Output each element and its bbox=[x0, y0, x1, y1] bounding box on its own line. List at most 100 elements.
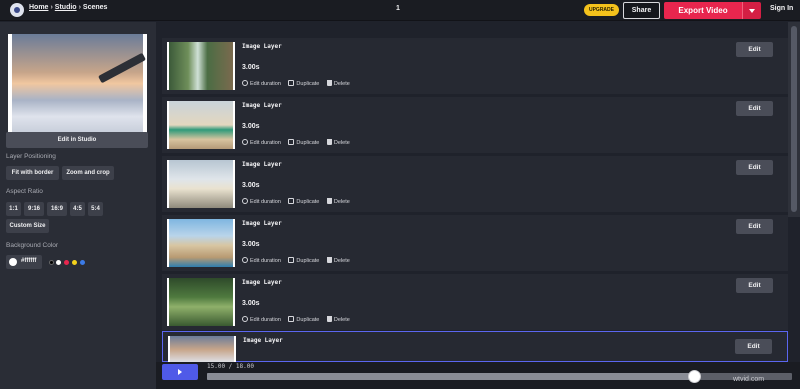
custom-size-button[interactable]: Custom Size bbox=[6, 219, 49, 233]
trash-icon bbox=[326, 198, 332, 204]
scene-edit-button[interactable]: Edit bbox=[736, 101, 773, 116]
trash-icon bbox=[326, 257, 332, 263]
sign-in-link[interactable]: Sign In bbox=[770, 5, 793, 12]
aspect-ratio-label: Aspect Ratio bbox=[6, 188, 43, 195]
background-color-value: #ffffff bbox=[21, 258, 37, 264]
swatch-red[interactable] bbox=[64, 260, 69, 265]
layer-positioning-label: Layer Positioning bbox=[6, 153, 56, 160]
scene-title: Image Layer bbox=[242, 220, 282, 227]
delete-label: Delete bbox=[333, 317, 350, 323]
swatch-blue[interactable] bbox=[80, 260, 85, 265]
duplicate-button[interactable]: Duplicate bbox=[288, 257, 320, 264]
current-color-swatch bbox=[9, 258, 17, 266]
background-color-label: Background Color bbox=[6, 242, 59, 249]
scene-card[interactable]: Image Layer 3.00s Edit duration Duplicat… bbox=[162, 274, 788, 330]
swatch-white[interactable] bbox=[56, 260, 61, 265]
plant-photo-thumbnail bbox=[167, 101, 235, 149]
edit-duration-label: Edit duration bbox=[250, 258, 281, 264]
duplicate-icon bbox=[288, 316, 295, 322]
duplicate-button[interactable]: Duplicate bbox=[288, 198, 320, 205]
duplicate-button[interactable]: Duplicate bbox=[288, 316, 320, 323]
aspect-ratio-4-5-button[interactable]: 4:5 bbox=[70, 202, 85, 216]
edit-duration-button[interactable]: Edit duration bbox=[242, 257, 281, 264]
clock-icon bbox=[242, 257, 248, 263]
duplicate-label: Duplicate bbox=[296, 258, 320, 264]
swatch-yellow[interactable] bbox=[72, 260, 77, 265]
breadcrumb-scenes: Scenes bbox=[82, 4, 108, 11]
swatch-black[interactable] bbox=[49, 260, 54, 265]
edit-duration-button[interactable]: Edit duration bbox=[242, 316, 281, 323]
edit-duration-button[interactable]: Edit duration bbox=[242, 139, 281, 146]
scene-card-selected[interactable]: Image Layer Edit bbox=[162, 331, 788, 363]
breadcrumb-home[interactable]: Home bbox=[29, 4, 48, 11]
scene-duration: 3.00s bbox=[242, 182, 260, 189]
scene-card[interactable]: Image Layer 3.00s Edit duration Duplicat… bbox=[162, 215, 788, 271]
delete-label: Delete bbox=[333, 199, 350, 205]
edit-duration-label: Edit duration bbox=[250, 317, 281, 323]
scene-card[interactable]: Image Layer 3.00s Edit duration Duplicat… bbox=[162, 156, 788, 212]
scene-list: Image Layer 3.00s Edit duration Duplicat… bbox=[156, 22, 800, 363]
delete-button[interactable]: Delete bbox=[326, 257, 350, 264]
delete-button[interactable]: Delete bbox=[326, 80, 350, 87]
scene-title: Image Layer bbox=[242, 279, 282, 286]
scene-duration: 3.00s bbox=[242, 241, 260, 248]
forest-photo-thumbnail bbox=[167, 278, 235, 326]
background-color-picker[interactable]: #ffffff bbox=[6, 255, 42, 269]
edit-duration-button[interactable]: Edit duration bbox=[242, 198, 281, 205]
breadcrumb-separator: › bbox=[50, 4, 53, 11]
edit-in-studio-button[interactable]: Edit in Studio bbox=[6, 132, 148, 148]
scene-card[interactable]: Image Layer 3.00s Edit duration Duplicat… bbox=[162, 97, 788, 153]
delete-button[interactable]: Delete bbox=[326, 316, 350, 323]
share-button[interactable]: Share bbox=[623, 2, 660, 19]
duplicate-button[interactable]: Duplicate bbox=[288, 80, 320, 87]
edit-duration-button[interactable]: Edit duration bbox=[242, 80, 281, 87]
duplicate-label: Duplicate bbox=[296, 81, 320, 87]
trash-icon bbox=[326, 316, 332, 322]
scene-title: Image Layer bbox=[242, 102, 282, 109]
breadcrumb-studio[interactable]: Studio bbox=[55, 4, 77, 11]
scene-title: Image Layer bbox=[242, 161, 282, 168]
delete-button[interactable]: Delete bbox=[326, 139, 350, 146]
scene-edit-button[interactable]: Edit bbox=[736, 219, 773, 234]
aspect-ratio-16-9-button[interactable]: 16:9 bbox=[47, 202, 67, 216]
duplicate-label: Duplicate bbox=[296, 199, 320, 205]
duplicate-icon bbox=[288, 198, 295, 204]
scene-edit-button[interactable]: Edit bbox=[735, 339, 772, 354]
breadcrumb-separator: › bbox=[78, 4, 81, 11]
scene-edit-button[interactable]: Edit bbox=[736, 278, 773, 293]
delete-label: Delete bbox=[333, 258, 350, 264]
trash-icon bbox=[326, 139, 332, 145]
breadcrumb: Home › Studio › Scenes bbox=[29, 4, 107, 11]
delete-button[interactable]: Delete bbox=[326, 198, 350, 205]
scene-preview-image bbox=[8, 34, 147, 144]
sky-photo-thumbnail bbox=[168, 336, 236, 363]
aspect-ratio-1-1-button[interactable]: 1:1 bbox=[6, 202, 21, 216]
edit-duration-label: Edit duration bbox=[250, 140, 281, 146]
duplicate-label: Duplicate bbox=[296, 317, 320, 323]
play-button[interactable] bbox=[162, 364, 198, 380]
duplicate-label: Duplicate bbox=[296, 140, 320, 146]
upgrade-button[interactable]: UPGRADE bbox=[584, 4, 619, 16]
app-logo-icon[interactable] bbox=[10, 3, 24, 17]
aspect-ratio-5-4-button[interactable]: 5:4 bbox=[88, 202, 103, 216]
ruins-photo-thumbnail bbox=[167, 219, 235, 267]
export-video-button[interactable]: Export Video bbox=[664, 2, 742, 19]
scene-actions: Edit duration Duplicate Delete bbox=[242, 198, 356, 205]
scrollbar-thumb[interactable] bbox=[791, 26, 797, 212]
delete-label: Delete bbox=[333, 140, 350, 146]
scene-card[interactable]: Image Layer 3.00s Edit duration Duplicat… bbox=[162, 38, 788, 94]
duplicate-icon bbox=[288, 257, 295, 263]
aspect-ratio-9-16-button[interactable]: 9:16 bbox=[24, 202, 44, 216]
scene-edit-button[interactable]: Edit bbox=[736, 42, 773, 57]
duplicate-button[interactable]: Duplicate bbox=[288, 139, 320, 146]
timeline-progress bbox=[207, 373, 694, 380]
timeline-scrubber-handle[interactable] bbox=[688, 370, 701, 383]
zoom-and-crop-button[interactable]: Zoom and crop bbox=[62, 166, 114, 180]
airplane-wing-shape bbox=[98, 52, 146, 84]
fit-with-border-button[interactable]: Fit with border bbox=[6, 166, 59, 180]
export-options-chevron-down-icon[interactable] bbox=[742, 2, 761, 19]
scene-title: Image Layer bbox=[243, 337, 283, 344]
scene-actions: Edit duration Duplicate Delete bbox=[242, 257, 356, 264]
scene-edit-button[interactable]: Edit bbox=[736, 160, 773, 175]
scene-actions: Edit duration Duplicate Delete bbox=[242, 139, 356, 146]
